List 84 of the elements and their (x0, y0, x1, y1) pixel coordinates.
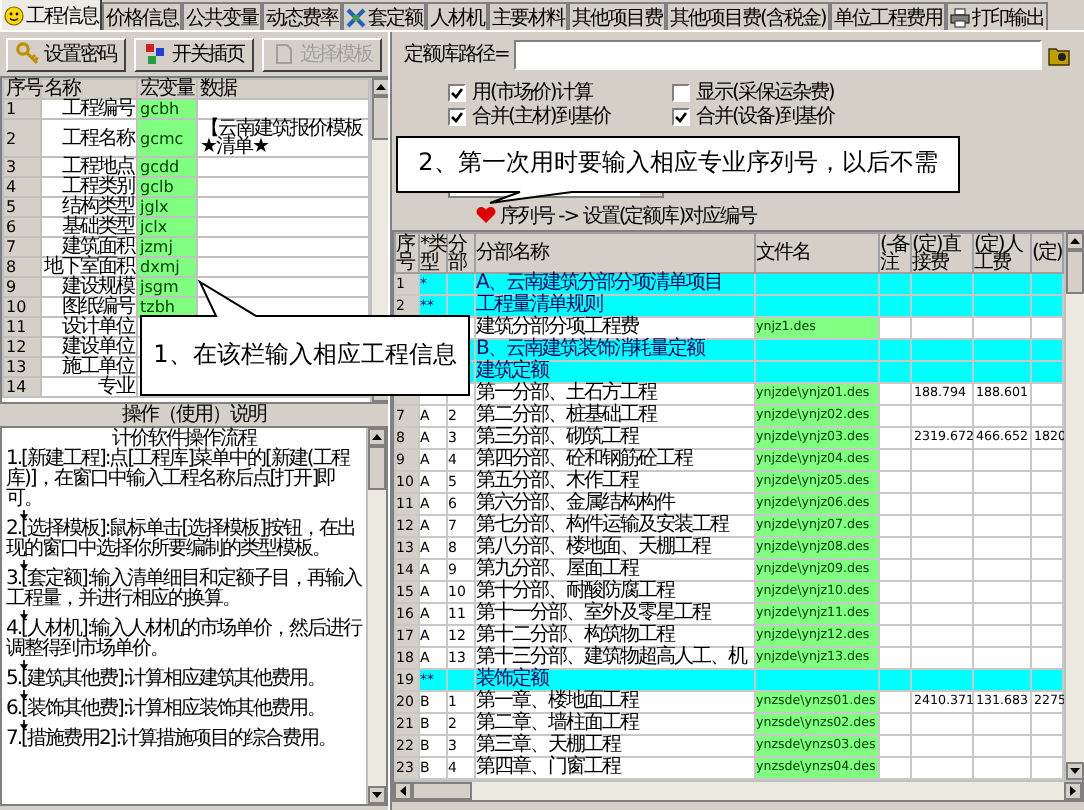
row-number-cell: 3 (3, 157, 41, 177)
option-label: 合并(主材)到基价 (472, 103, 610, 130)
column-header: (-备注 (879, 233, 911, 273)
table-cell[interactable]: 第三分部、砌筑工程 (475, 427, 755, 449)
column-header: 序号 (395, 233, 419, 273)
tab[interactable]: 主要材料 (488, 2, 568, 30)
option-label: 合并(设备)到基价 (696, 103, 834, 130)
help-step: 3.[套定额]:输入清单细目和定额子目，再输入工程量，并进行相应的换算。 (6, 570, 362, 610)
column-header: 文件名 (755, 233, 879, 273)
row-number-cell: 10 (3, 297, 41, 317)
callout-text: 2、第一次用时要输入相应专业序列号，以后不需 (418, 150, 938, 178)
column-header: 分部 (447, 233, 475, 273)
row-number-cell: 7 (3, 237, 41, 257)
tab[interactable]: 套定额 (342, 2, 426, 30)
tab[interactable]: 公共变量 (182, 2, 262, 30)
column-header: 名称 (41, 79, 137, 99)
column-header: (定) (1031, 233, 1063, 273)
callout-text: 1、在该栏输入相应工程信息 (153, 342, 457, 370)
table-cell[interactable]: 第十分部、耐酸防腐工程 (475, 581, 755, 603)
table-cell[interactable]: 第一章、楼地面工程 (475, 691, 755, 713)
row-number-cell: 13 (3, 357, 41, 377)
tab[interactable]: 其他项目费(含税金) (666, 2, 830, 30)
row-number-cell: 11 (3, 317, 41, 337)
row-number-cell: 14 (3, 377, 41, 397)
section-caption: 操作（使用）说明 (122, 404, 266, 426)
column-header: 分部名称 (475, 233, 755, 273)
option-label: 显示(采保运杂费) (696, 79, 834, 105)
tab[interactable]: 其他项目费 (568, 2, 666, 30)
table-cell[interactable]: 第六分部、金属结构构件 (475, 493, 755, 515)
tab[interactable]: 人材机 (426, 2, 488, 30)
table-cell[interactable]: 第八分部、楼地面、天棚工程 (475, 537, 755, 559)
table-cell[interactable]: 第五分部、木作工程 (475, 471, 755, 493)
toolbar-button[interactable]: 开关插页 (134, 37, 254, 71)
table-cell[interactable]: 第九分部、屋面工程 (475, 559, 755, 581)
column-header: (定)直接费 (911, 233, 973, 273)
tab[interactable]: 单位工程费用 (829, 2, 946, 30)
help-step: 2.[选择模板]:鼠标单击[选择模板]按钮，在出现的窗口中选择你所要编制的类型模板。 (6, 520, 362, 560)
help-step: 6.[装饰其他费]:计算相应装饰其他费用。 (6, 700, 362, 720)
table-cell[interactable]: 装饰定额 (475, 669, 755, 691)
row-number-cell: 9 (3, 277, 41, 297)
tab[interactable]: 打印输出 (945, 2, 1048, 30)
help-title: 计价软件操作流程 (112, 430, 257, 450)
table-cell[interactable]: 工程量清单规则 (475, 295, 755, 317)
help-step: 1.[新建工程]:点[工程库]菜单中的[新建(工程库)]，在窗口中输入工程名称后点[打开]即可。 (6, 450, 362, 510)
column-header: 数据 (197, 79, 369, 99)
tab[interactable]: 工程信息 (0, 0, 102, 30)
table-cell[interactable]: 施工单位 (41, 357, 137, 377)
table-cell[interactable]: 第四分部、砼和钢筋砼工程 (475, 449, 755, 471)
path-label: 定额库路径= (404, 41, 509, 68)
toolbar-button[interactable]: 设置密码 (6, 37, 126, 71)
table-cell[interactable]: 第三章、天棚工程 (475, 735, 755, 757)
row-number-cell: 2 (3, 119, 41, 157)
table-cell[interactable]: 工程编号 (41, 99, 137, 119)
table-cell[interactable]: B、云南建筑装饰消耗量定额 (475, 339, 755, 361)
row-number-cell: 1 (3, 99, 41, 119)
help-step: 5.[建筑其他费]:计算相应建筑其他费用。 (6, 670, 362, 690)
row-number-cell: 5 (3, 197, 41, 217)
table-cell[interactable]: 第二分部、桩基础工程 (475, 405, 755, 427)
help-step: 4.[人材机]:输入人材机的市场单价，然后进行调整得到市场单价。 (6, 620, 362, 660)
help-step: 7.[措施费用2]:计算措施项目的综合费用。 (6, 730, 362, 750)
column-header: 序号 (3, 79, 41, 99)
row-number-cell: 8 (3, 257, 41, 277)
table-cell[interactable]: 建设单位 (41, 337, 137, 357)
table-cell[interactable]: 第二章、墙柱面工程 (475, 713, 755, 735)
tab[interactable]: 动态费率 (262, 2, 342, 30)
column-header: (定)人工费 (973, 233, 1031, 273)
table-cell[interactable]: 建筑定额 (475, 361, 755, 383)
option-label: 用(市场价)计算 (472, 79, 592, 105)
row-number-cell: 12 (3, 337, 41, 357)
table-cell[interactable]: 第十二分部、构筑物工程 (475, 625, 755, 647)
table-cell[interactable]: A、云南建筑分部分项清单项目 (475, 273, 755, 295)
row-number-cell: 4 (3, 177, 41, 197)
table-cell[interactable]: 第十一分部、室外及零星工程 (475, 603, 755, 625)
table-cell[interactable]: 专业 (41, 377, 137, 397)
table-cell[interactable]: 设计单位 (41, 317, 137, 337)
column-header: *类型 (419, 233, 447, 273)
tab[interactable]: 价格信息 (102, 2, 182, 30)
serial-hint: 序列号 -> 设置(定额库)对应编号 (500, 203, 757, 229)
column-header: 宏变量 (137, 79, 197, 99)
table-cell[interactable]: 【云南建筑报价模板★清单★ (197, 119, 369, 157)
table-cell[interactable]: gcmc (137, 119, 197, 157)
table-cell[interactable]: 第七分部、构件运输及安装工程 (475, 515, 755, 537)
row-number-cell: 6 (3, 217, 41, 237)
table-cell[interactable]: 第一分部、土石方工程 (475, 383, 755, 405)
